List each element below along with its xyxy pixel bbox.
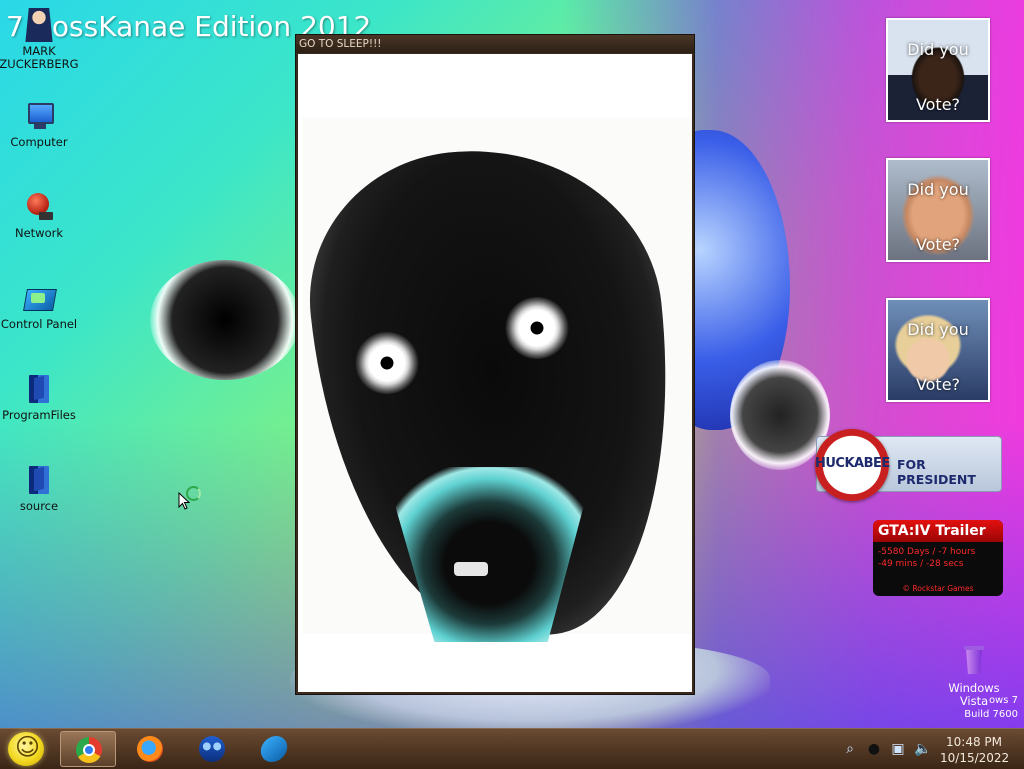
recycle-bin-icon	[957, 645, 991, 679]
creepy-face-image	[298, 117, 692, 656]
clock-date: 10/15/2022	[940, 751, 1010, 765]
vote-gadget-3[interactable]: Did you Vote?	[886, 298, 990, 402]
face-eye-right	[505, 297, 569, 359]
computer-icon	[22, 99, 56, 133]
network-icon	[22, 190, 56, 224]
start-button[interactable]	[8, 732, 44, 766]
campaign-badge-icon: ★★★★★★ HUCKABEE ★★★★★★	[815, 429, 890, 501]
vote-gadget-line2: Vote?	[915, 95, 961, 114]
firefox-icon	[137, 736, 163, 762]
vote-gadget-line1: Did you	[907, 40, 969, 59]
face-eye-left	[355, 332, 419, 394]
taskbar-button-chrome[interactable]	[60, 731, 116, 767]
folder-icon	[22, 463, 56, 497]
search-icon[interactable]: ⌕	[842, 741, 858, 757]
vote-gadget-line1: Did you	[907, 320, 969, 339]
taskbar-button-firefox[interactable]	[122, 731, 178, 767]
taskbar-button-control-panel[interactable]	[246, 731, 302, 767]
desktop-icon-network[interactable]: Network	[0, 190, 79, 240]
desktop-icon-label: Computer	[10, 135, 68, 149]
vote-gadget-2[interactable]: Did you Vote?	[886, 158, 990, 262]
build-watermark: ows 7 Build 7600	[962, 694, 1018, 722]
person-icon	[25, 8, 53, 42]
chrome-icon	[76, 737, 102, 763]
badge-stars-bottom: ★★★★★★	[833, 482, 871, 490]
gta-title: GTA:IV Trailer	[873, 520, 1003, 542]
desktop-icon-programfiles[interactable]: ProgramFiles	[0, 372, 79, 422]
volume-icon[interactable]: 🔈	[914, 741, 931, 757]
desktop-icon-source[interactable]: source	[0, 463, 79, 513]
vote-gadget-line2: Vote?	[915, 375, 961, 394]
desktop-icon-control-panel[interactable]: Control Panel	[0, 281, 79, 331]
control-panel-icon	[22, 281, 56, 315]
sleep-window[interactable]: GO TO SLEEP!!!	[295, 34, 695, 695]
desktop-icon-label: Control Panel	[0, 317, 78, 331]
wallpaper-hand-right	[730, 360, 830, 470]
busy-spinner-icon	[186, 486, 201, 501]
taskbar: ⌕ ● ▣ 🔈 10:48 PM 10/15/2022	[0, 728, 1024, 769]
desktop-icon-label: MARK ZUCKERBERG	[0, 44, 79, 71]
control-panel-icon	[258, 736, 290, 762]
badge-name: HUCKABEE	[815, 456, 890, 471]
vote-gadget-1[interactable]: Did you Vote?	[886, 18, 990, 122]
gta-credit: © Rockstar Games	[902, 584, 974, 593]
desktop-icon-label: source	[19, 499, 59, 513]
network-icon[interactable]: ▣	[890, 741, 906, 757]
window-title[interactable]: GO TO SLEEP!!!	[296, 35, 694, 53]
badge-stars-top: ★★★★★★	[833, 439, 871, 447]
gta-countdown-gadget[interactable]: GTA:IV Trailer -5580 Days / -7 hours -49…	[873, 520, 1003, 596]
window-content	[298, 54, 692, 692]
vote-gadget-line1: Did you	[907, 180, 969, 199]
face-tooth	[454, 562, 488, 576]
desktop-icon-computer[interactable]: Computer	[0, 99, 79, 149]
huckabee-gadget[interactable]: ★★★★★★ HUCKABEE ★★★★★★ FOR PRESIDENT	[815, 429, 1002, 501]
desktop-icon-mark-zuckerberg[interactable]: MARK ZUCKERBERG	[0, 8, 79, 71]
build-watermark-line1: ows 7	[988, 695, 1018, 706]
gta-countdown-line2: -49 mins / -28 secs	[878, 559, 964, 569]
taskbar-clock[interactable]: 10:48 PM 10/15/2022	[940, 734, 1010, 766]
taskbar-button-people[interactable]	[184, 731, 240, 767]
clock-time: 10:48 PM	[946, 735, 1002, 749]
circle-icon[interactable]: ●	[866, 741, 882, 757]
people-icon	[199, 736, 225, 762]
build-watermark-line2: Build 7600	[964, 709, 1018, 720]
gta-countdown-line1: -5580 Days / -7 hours	[878, 547, 976, 557]
desktop-icon-label: ProgramFiles	[2, 408, 76, 422]
vote-gadget-line2: Vote?	[915, 235, 961, 254]
huckabee-slogan: FOR PRESIDENT	[897, 457, 976, 487]
wallpaper-hand-left	[150, 260, 300, 380]
folder-icon	[22, 372, 56, 406]
desktop-icon-label: Network	[14, 226, 64, 240]
